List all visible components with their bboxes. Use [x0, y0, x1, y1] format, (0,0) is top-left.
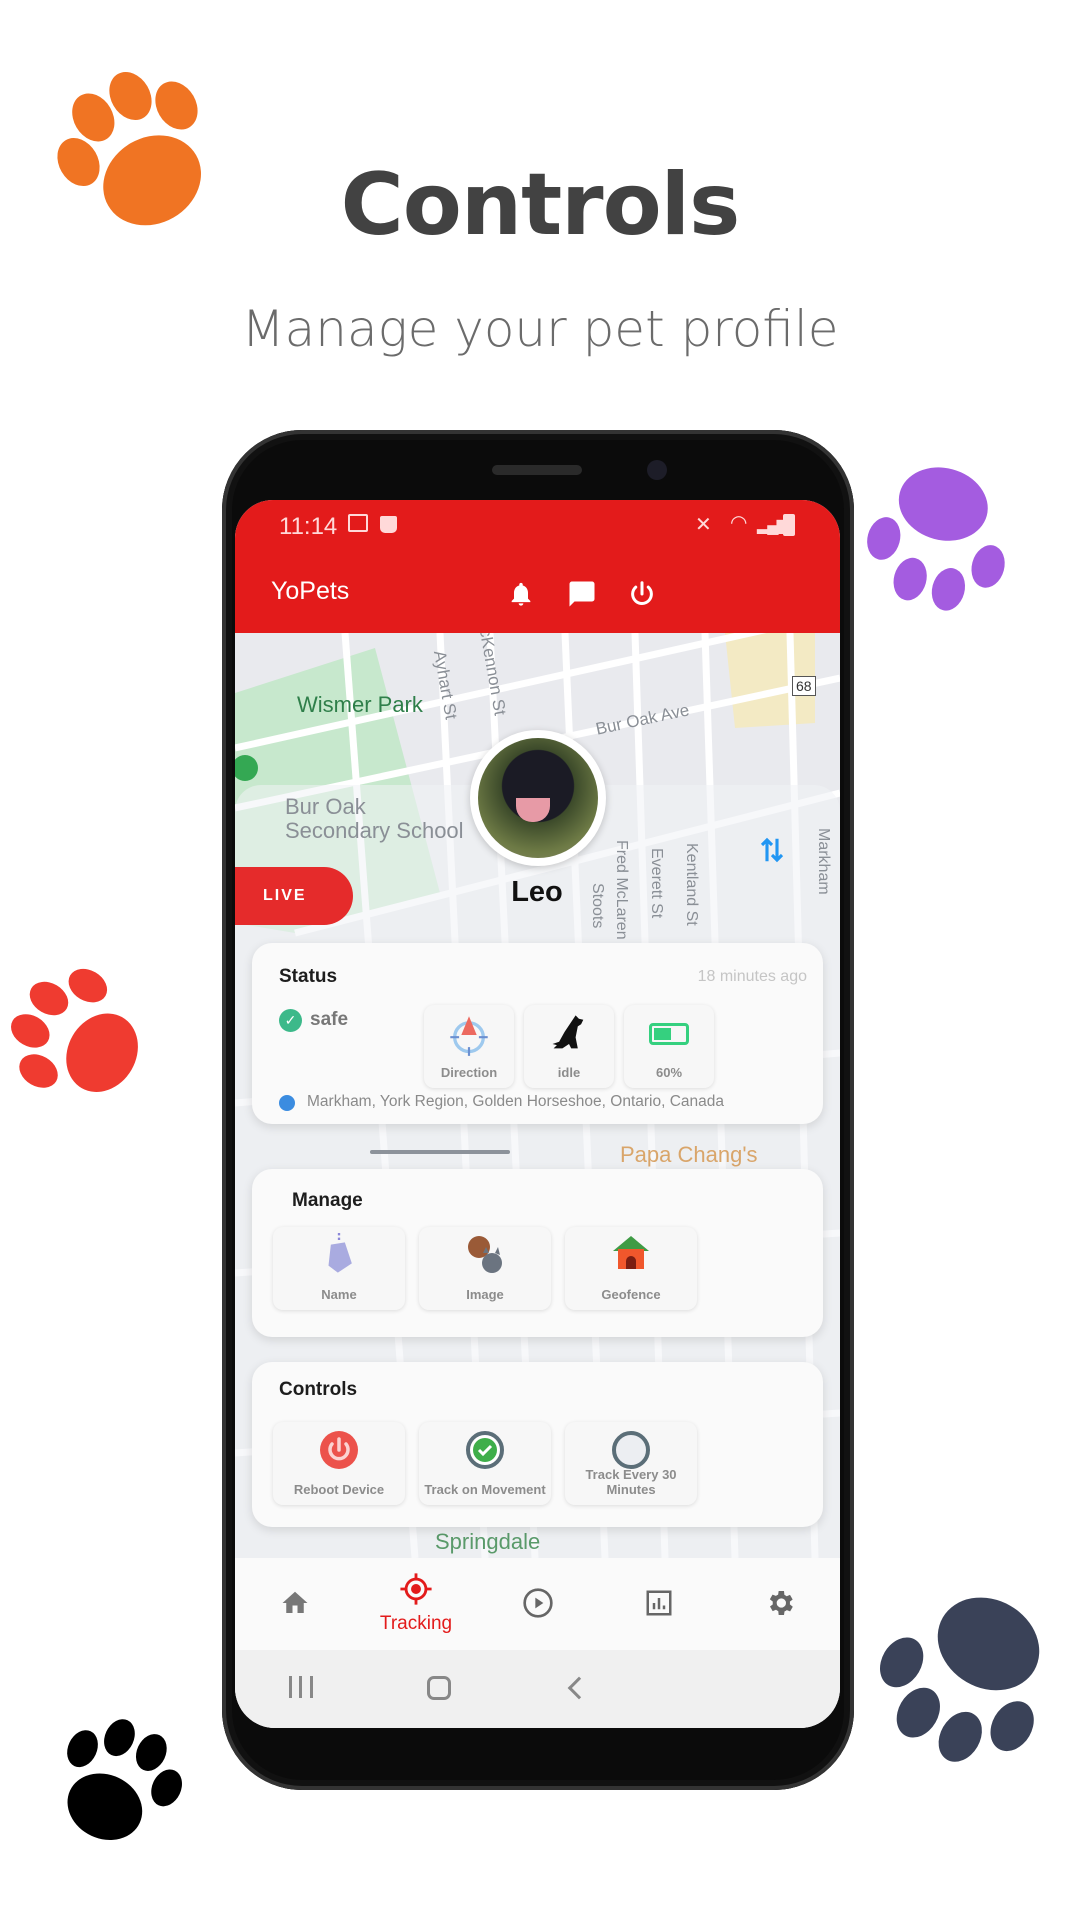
map-label: Springdale	[435, 1529, 541, 1554]
map-label: Markham	[815, 828, 832, 895]
manage-geofence-button[interactable]: Geofence	[565, 1227, 697, 1310]
battery-status-icon	[783, 514, 795, 536]
track-every-30-minutes-option[interactable]: Track Every 30 Minutes	[565, 1422, 697, 1505]
recent-apps-button[interactable]	[289, 1676, 313, 1698]
dog-house-icon	[613, 1236, 649, 1269]
dog-sitting-icon	[552, 1015, 584, 1049]
tile-label: Track Every 30 Minutes	[585, 1467, 677, 1497]
dog-cat-icon	[468, 1236, 502, 1273]
gear-icon	[769, 1591, 793, 1615]
page-subtitle: Manage your pet profile	[241, 300, 839, 358]
manage-image-button[interactable]: Image	[419, 1227, 551, 1310]
status-card: Status 18 minutes ago ✓ safe Direction i…	[252, 943, 823, 1124]
paw-print-icon	[57, 71, 201, 226]
sort-icon[interactable]	[757, 835, 787, 865]
home-button[interactable]	[427, 1676, 451, 1700]
back-button[interactable]	[567, 1676, 591, 1700]
map-label: Kentland St	[683, 843, 700, 926]
map-label: Stoots	[589, 883, 606, 929]
tile-label: Direction	[440, 1065, 498, 1080]
radio-checked-icon	[466, 1431, 504, 1469]
target-icon	[400, 1573, 432, 1605]
bell-icon[interactable]	[507, 579, 535, 609]
reboot-device-button[interactable]: Reboot Device	[273, 1422, 405, 1505]
direction-tile[interactable]: Direction	[424, 1005, 514, 1088]
tile-label: Geofence	[601, 1287, 661, 1302]
nav-playback[interactable]	[488, 1558, 588, 1650]
speaker-grille	[492, 465, 582, 475]
mute-icon: ✕	[695, 514, 712, 536]
compass-icon	[450, 1016, 488, 1056]
paw-print-icon	[11, 968, 138, 1092]
activity-tile[interactable]: idle	[524, 1005, 614, 1088]
highway-shield: 68	[792, 676, 816, 696]
card-title: Manage	[292, 1190, 363, 1211]
paw-print-icon	[880, 1597, 1040, 1762]
shopping-bag-icon	[380, 516, 397, 533]
app-bar: YoPets	[235, 555, 840, 633]
chat-icon[interactable]	[567, 579, 597, 609]
tile-label: idle	[557, 1065, 581, 1080]
battery-icon	[649, 1023, 689, 1045]
wifi-icon: ◠	[730, 512, 748, 534]
address: Markham, York Region, Golden Horseshoe, …	[307, 1093, 725, 1110]
bottom-navigation: Tracking	[235, 1558, 840, 1650]
nav-settings[interactable]	[730, 1558, 830, 1650]
pet-avatar[interactable]	[470, 730, 606, 866]
pet-name: Leo	[511, 876, 563, 908]
map-label: Papa Chang's	[620, 1142, 758, 1167]
tile-label: Image	[466, 1287, 504, 1302]
map-label: Fred McLaren	[613, 840, 630, 940]
radio-empty-icon	[612, 1431, 650, 1469]
drag-handle[interactable]	[370, 1150, 510, 1154]
map-label: Bur Oak Secondary School	[285, 794, 464, 843]
controls-card: Controls Reboot Device Track on Movement…	[252, 1362, 823, 1527]
tag-icon	[328, 1233, 352, 1273]
paw-print-icon	[67, 1719, 182, 1840]
card-title: Controls	[279, 1379, 358, 1400]
status-bar: 11:14 ✕ ◠ ▂▄▆	[235, 500, 840, 555]
nav-reports[interactable]	[609, 1558, 709, 1650]
power-icon[interactable]	[627, 579, 657, 609]
power-icon	[320, 1431, 358, 1469]
nav-tracking[interactable]: Tracking	[366, 1558, 466, 1650]
last-updated: 18 minutes ago	[697, 968, 807, 985]
gallery-icon	[348, 514, 368, 532]
safety-status: safe	[310, 1009, 349, 1030]
globe-pin-icon	[279, 1095, 295, 1111]
tile-label: Track on Movement	[424, 1482, 546, 1497]
manage-card: Manage Name Image Geofence	[252, 1169, 823, 1337]
nav-home[interactable]	[245, 1558, 345, 1650]
manage-name-button[interactable]: Name	[273, 1227, 405, 1310]
chart-icon	[646, 1590, 672, 1616]
home-icon	[282, 1591, 308, 1613]
app-title: YoPets	[271, 577, 350, 605]
paw-print-icon	[867, 467, 1005, 611]
tile-label: Name	[321, 1287, 357, 1302]
status-time: 11:14	[279, 513, 338, 540]
front-camera	[647, 460, 667, 480]
tile-label: 60%	[655, 1065, 683, 1080]
play-icon	[523, 1588, 553, 1618]
system-navigation-bar	[235, 1650, 840, 1728]
track-on-movement-option[interactable]: Track on Movement	[419, 1422, 551, 1505]
tile-label: Reboot Device	[293, 1482, 385, 1497]
battery-tile[interactable]: 60%	[624, 1005, 714, 1088]
live-button[interactable]: LIVE	[235, 867, 353, 925]
card-title: Status	[279, 966, 338, 987]
map-label: Wismer Park	[297, 692, 423, 717]
nav-label: Tracking	[379, 1613, 453, 1634]
map-label: Everett St	[648, 848, 665, 919]
phone-screen: 11:14 ✕ ◠ ▂▄▆ YoPets Wismer Park Bur Oak…	[235, 500, 840, 1728]
check-circle-icon: ✓	[279, 1009, 302, 1032]
